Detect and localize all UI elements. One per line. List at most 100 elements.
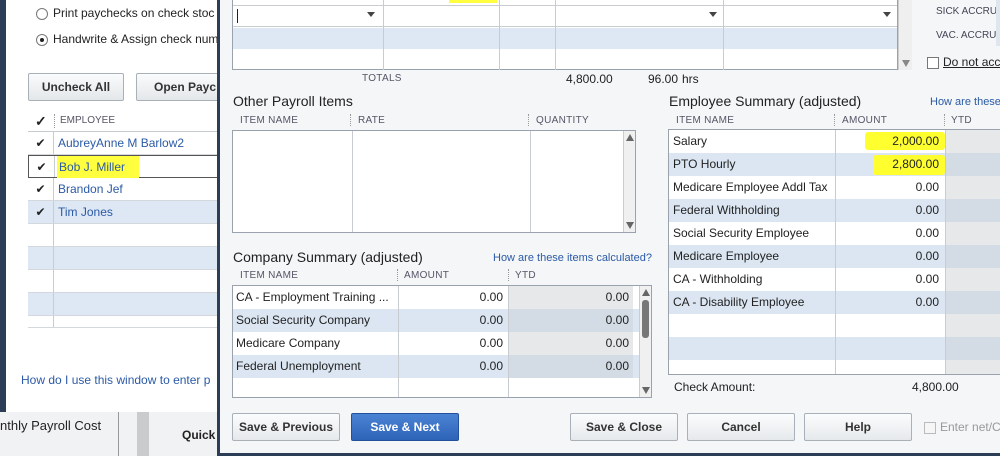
- empty-row: [28, 247, 230, 270]
- dropdown-arrow-icon[interactable]: [367, 12, 375, 17]
- company-row[interactable]: Social Security Company 0.00 0.00: [233, 309, 651, 332]
- highlight-mark: [449, 0, 497, 3]
- item-amount: 2,800.00: [892, 157, 939, 171]
- sick-accrued-label: SICK ACCRUE: [936, 6, 1000, 17]
- empty-row: [28, 293, 230, 316]
- check-column-icon[interactable]: ✓: [35, 110, 47, 132]
- employee-table-header: ✓ EMPLOYEE: [28, 110, 230, 132]
- company-summary-table: ITEM NAME AMOUNT YTD CA - Employment Tra…: [232, 267, 652, 399]
- check-icon[interactable]: ✔: [28, 201, 54, 223]
- cancel-button[interactable]: Cancel: [687, 413, 795, 441]
- check-icon[interactable]: ✔: [29, 156, 55, 177]
- col-ytd[interactable]: YTD: [951, 115, 972, 126]
- preview-paycheck-window: TOTALS 4,800.00 96.00 hrs SICK ACCRUE VA…: [217, 0, 1000, 456]
- company-summary-body: CA - Employment Training ... 0.00 0.00 S…: [232, 285, 652, 398]
- employee-name[interactable]: Brandon Jef: [58, 178, 123, 200]
- employee-name-highlighted[interactable]: Bob J. Miller: [57, 156, 140, 178]
- check-icon[interactable]: ✔: [28, 132, 54, 154]
- col-ytd[interactable]: YTD: [515, 270, 536, 281]
- other-payroll-body[interactable]: [232, 130, 636, 233]
- col-item-name[interactable]: ITEM NAME: [676, 115, 734, 126]
- earnings-input-row[interactable]: [233, 5, 897, 27]
- scroll-thumb[interactable]: [642, 300, 649, 338]
- earnings-table: [232, 0, 898, 70]
- help-button[interactable]: Help: [804, 413, 912, 441]
- col-item-name[interactable]: ITEM NAME: [240, 115, 298, 126]
- employee-name[interactable]: AubreyAnne M Barlow2: [58, 132, 184, 154]
- save-close-button[interactable]: Save & Close: [570, 413, 678, 441]
- company-summary-scrollbar[interactable]: [639, 286, 651, 397]
- scroll-down-icon[interactable]: [626, 222, 634, 229]
- item-amount: 0.00: [479, 313, 503, 327]
- radio-print[interactable]: [36, 7, 48, 20]
- scroll-up-icon[interactable]: [642, 289, 650, 296]
- do-not-accrue-checkbox[interactable]: [927, 56, 939, 69]
- help-link[interactable]: How do I use this window to enter p: [21, 373, 210, 387]
- item-amount: 0.00: [915, 272, 939, 286]
- save-previous-button[interactable]: Save & Previous: [232, 413, 340, 441]
- other-payroll-scrollbar[interactable]: [623, 131, 635, 232]
- item-name: Medicare Employee: [673, 249, 780, 263]
- employee-column-header[interactable]: EMPLOYEE: [60, 110, 115, 132]
- uncheck-all-button[interactable]: Uncheck All: [28, 73, 124, 101]
- pay-employees-window: Print paychecks on check stoc Handwrite …: [0, 0, 230, 412]
- col-item-name[interactable]: ITEM NAME: [240, 270, 298, 281]
- employee-name[interactable]: Tim Jones: [58, 201, 113, 223]
- radio-handwrite[interactable]: [36, 33, 48, 46]
- totals-label: TOTALS: [362, 73, 402, 84]
- scroll-down-icon[interactable]: [642, 387, 650, 394]
- employee-summary-body: Salary 2,000.00 PTO Hourly 2,800.00 Medi…: [668, 129, 1000, 375]
- col-amount[interactable]: AMOUNT: [404, 270, 449, 281]
- item-name: Salary: [673, 134, 708, 148]
- item-name: Social Security Company: [236, 313, 371, 327]
- employee-row[interactable]: ✔ Bob J. Miller: [28, 155, 230, 178]
- other-payroll-title: Other Payroll Items: [233, 93, 353, 109]
- total-amount: 4,800.00: [566, 72, 613, 86]
- item-ytd: 0.00: [509, 332, 633, 355]
- item-amount: 0.00: [479, 290, 503, 304]
- item-name: CA - Withholding: [673, 272, 763, 286]
- scroll-up-icon[interactable]: [626, 134, 634, 141]
- item-amount: 0.00: [915, 249, 939, 263]
- company-summary-help-link[interactable]: How are these items calculated?: [493, 252, 652, 264]
- item-amount: 2,000.00: [892, 134, 939, 148]
- do-not-accrue-label: Do not acc: [943, 55, 1000, 69]
- scroll-down-icon[interactable]: [902, 60, 910, 67]
- enter-net-label: Enter net/C: [940, 420, 1000, 434]
- vac-accrued-label: VAC. ACCRUE: [936, 30, 1000, 41]
- enter-net-option[interactable]: Enter net/C: [924, 420, 1000, 434]
- underlying-page: nthly Payroll Cost Quick: [0, 412, 217, 456]
- company-row[interactable]: CA - Employment Training ... 0.00 0.00: [233, 286, 651, 309]
- employee-summary-help-link[interactable]: How are these: [930, 96, 1000, 108]
- check-icon[interactable]: ✔: [28, 178, 54, 200]
- earnings-row[interactable]: [233, 28, 897, 49]
- item-name: PTO Hourly: [673, 157, 736, 171]
- check-amount-value: 4,800.00: [912, 380, 959, 394]
- earnings-scrollbar[interactable]: [898, 0, 912, 70]
- col-quantity[interactable]: QUANTITY: [536, 115, 589, 126]
- company-row[interactable]: Federal Unemployment 0.00 0.00: [233, 355, 651, 378]
- employee-summary-table: ITEM NAME AMOUNT YTD Salary 2,000.00 PTO…: [668, 112, 1000, 398]
- open-paycheck-button[interactable]: Open Payc: [136, 73, 230, 101]
- print-paychecks-option[interactable]: Print paychecks on check stoc: [36, 6, 214, 20]
- item-name: Medicare Company: [236, 336, 341, 350]
- check-amount-label: Check Amount:: [674, 380, 756, 394]
- print-option-label: Print paychecks on check stoc: [53, 6, 215, 20]
- dropdown-arrow-icon[interactable]: [709, 12, 717, 17]
- employee-row[interactable]: ✔ Brandon Jef: [28, 178, 230, 201]
- company-summary-title: Company Summary (adjusted): [233, 249, 423, 265]
- col-rate[interactable]: RATE: [358, 115, 385, 126]
- item-name: CA - Disability Employee: [673, 295, 805, 309]
- item-name: Medicare Employee Addl Tax: [673, 180, 828, 194]
- dropdown-arrow-icon[interactable]: [883, 12, 891, 17]
- col-amount[interactable]: AMOUNT: [842, 115, 887, 126]
- handwrite-option[interactable]: Handwrite & Assign check num: [36, 32, 218, 46]
- employee-row[interactable]: ✔ AubreyAnne M Barlow2: [28, 132, 230, 155]
- item-ytd: 0.00: [509, 286, 633, 309]
- company-row[interactable]: Medicare Company 0.00 0.00: [233, 332, 651, 355]
- item-amount: 0.00: [915, 226, 939, 240]
- do-not-accrue-option[interactable]: Do not acc: [927, 55, 1000, 69]
- employee-row[interactable]: ✔ Tim Jones: [28, 201, 230, 224]
- enter-net-checkbox[interactable]: [924, 421, 936, 434]
- save-next-button[interactable]: Save & Next: [351, 413, 459, 441]
